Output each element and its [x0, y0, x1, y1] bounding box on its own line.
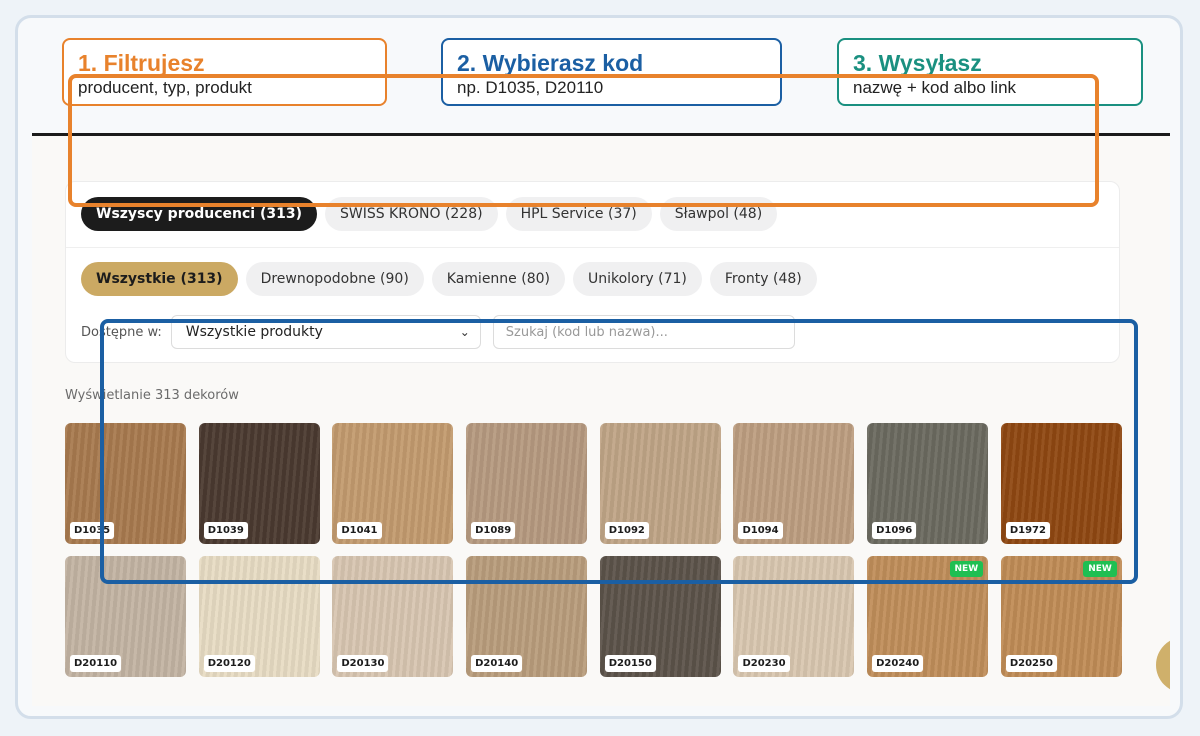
decor-code-label: D20140: [471, 655, 523, 672]
step-3-subtitle: nazwę + kod albo link: [853, 78, 1017, 97]
decor-code-label: D1089: [471, 522, 516, 539]
chevron-down-icon: ⌄: [459, 325, 470, 339]
type-chip-all[interactable]: Wszystkie (313): [81, 262, 238, 296]
availability-select[interactable]: Wszystkie produkty ⌄: [170, 315, 481, 349]
step-2-card: 2. Wybierasz kod np. D1035, D20110: [441, 38, 782, 106]
decor-code-label: D20110: [70, 655, 122, 672]
step-3-card: 3. Wysyłasz nazwę + kod albo link: [837, 38, 1143, 106]
producer-filter: Wszyscy producenci (313) SWISS KRONO (22…: [81, 197, 778, 231]
step-3-title: 3. Wysyłasz: [853, 50, 982, 76]
decor-code-label: D20230: [738, 655, 790, 672]
decor-page: Wszyscy producenci (313) SWISS KRONO (22…: [32, 136, 1170, 706]
new-badge: NEW: [949, 561, 984, 577]
decor-code-label: D20240: [872, 655, 924, 672]
producer-chip-hpl-service[interactable]: HPL Service (37): [505, 197, 652, 231]
decor-tile[interactable]: D1096: [867, 423, 989, 544]
decor-code-label: D20150: [604, 655, 656, 672]
availability-label: Dostępne w:: [81, 324, 162, 340]
decor-code-label: D1972: [1005, 522, 1050, 539]
decor-tile[interactable]: D20250 NEW: [1000, 556, 1122, 677]
decor-tile[interactable]: D20240 NEW: [867, 556, 989, 677]
floating-action-button[interactable]: [1156, 637, 1170, 693]
search-input[interactable]: Szukaj (kod lub nazwa)...: [492, 315, 795, 349]
decor-tile[interactable]: D1092: [599, 423, 721, 544]
decor-code-label: D1039: [203, 522, 248, 539]
decor-tile[interactable]: D20130: [332, 556, 454, 677]
decor-tile[interactable]: D20230: [733, 556, 855, 677]
decor-grid: D1035 D1039 D1041 D1089 D1092 D1094 D1096 D1972…: [65, 423, 1125, 677]
decor-tile[interactable]: D1041: [332, 423, 454, 544]
availability-select-value: Wszystkie produkty: [185, 324, 323, 340]
type-chip-fronts[interactable]: Fronty (48): [709, 262, 817, 296]
decor-code-label: D1092: [604, 522, 649, 539]
type-chip-wood[interactable]: Drewnopodobne (90): [245, 262, 424, 296]
decor-code-label: D1094: [738, 522, 783, 539]
decor-tile[interactable]: D20120: [198, 556, 320, 677]
panel-divider: [66, 247, 1119, 248]
screenshot-frame: 1. Filtrujesz producent, typ, produkt 2.…: [15, 15, 1183, 719]
type-filter: Wszystkie (313) Drewnopodobne (90) Kamie…: [81, 262, 817, 296]
decor-tile[interactable]: D20150: [599, 556, 721, 677]
decor-code-label: D1041: [337, 522, 382, 539]
producer-chip-swiss-krono[interactable]: SWISS KRONO (228): [324, 197, 498, 231]
new-badge: NEW: [1083, 561, 1117, 577]
filter-panel: Wszyscy producenci (313) SWISS KRONO (22…: [65, 181, 1120, 363]
decor-tile[interactable]: D20110: [65, 556, 186, 677]
producer-chip-slawpol[interactable]: Sławpol (48): [659, 197, 778, 231]
decor-tile[interactable]: D1035: [65, 423, 186, 544]
step-1-title: 1. Filtrujesz: [78, 50, 205, 76]
step-2-subtitle: np. D1035, D20110: [457, 78, 604, 97]
step-1-subtitle: producent, typ, produkt: [78, 78, 252, 97]
decor-tile[interactable]: D1039: [198, 423, 320, 544]
type-chip-stone[interactable]: Kamienne (80): [431, 262, 565, 296]
step-2-title: 2. Wybierasz kod: [457, 50, 644, 76]
decor-code-label: D20120: [203, 655, 255, 672]
decor-code-label: D1035: [70, 522, 115, 539]
decor-code-label: D20130: [337, 655, 389, 672]
step-1-card: 1. Filtrujesz producent, typ, produkt: [62, 38, 387, 106]
type-chip-solid[interactable]: Unikolory (71): [572, 262, 702, 296]
decor-code-label: D1096: [872, 522, 917, 539]
decor-tile[interactable]: D1972: [1000, 423, 1122, 544]
producer-chip-all[interactable]: Wszyscy producenci (313): [81, 197, 317, 231]
decor-code-label: D20250: [1005, 655, 1057, 672]
decor-tile[interactable]: D20140: [466, 556, 588, 677]
decor-tile[interactable]: D1089: [466, 423, 588, 544]
availability-row: Dostępne w: Wszystkie produkty ⌄ Szukaj …: [81, 315, 795, 349]
search-placeholder: Szukaj (kod lub nazwa)...: [505, 324, 668, 340]
decor-tile[interactable]: D1094: [733, 423, 855, 544]
results-count: Wyświetlanie 313 dekorów: [65, 388, 239, 403]
